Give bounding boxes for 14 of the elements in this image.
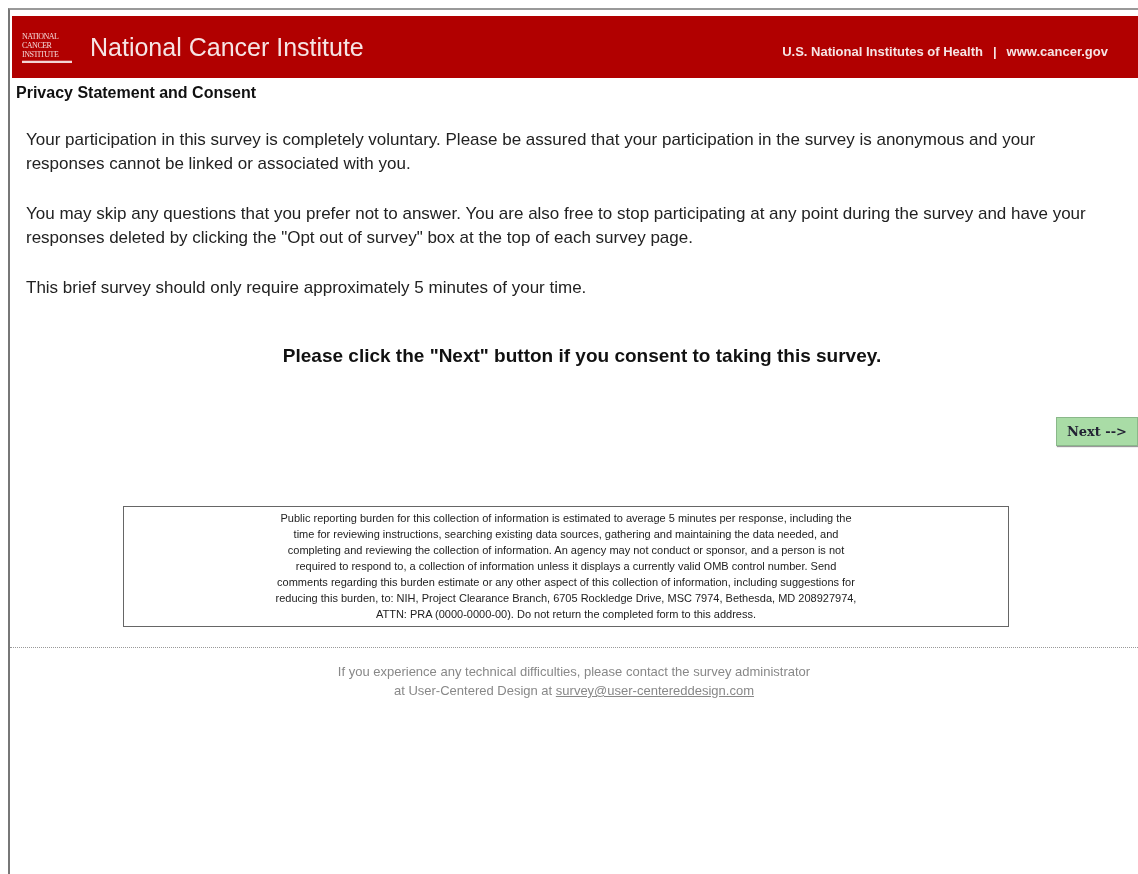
site-title: National Cancer Institute [90,32,364,62]
footer-text: If you experience any technical difficulties, please contact the survey administrator at User-Centered Design at survey@user-centereddesign.com [336,663,812,700]
header-link[interactable]: www.cancer.gov [1006,43,1108,59]
consent-text: Please click the "Next" button if you consent to taking this survey. [281,345,883,367]
next-button[interactable]: Next --> [1055,417,1138,446]
paragraph: You may skip any questions that you prefer not to answer. You are also free to stop participating at any point during the survey and have your responses deleted by clicking the "Opt out of survey" box at the top of each survey page. [26,203,1087,249]
burden-statement: Public reporting burden for this collection of information is estimated to average 5 minutes per response, including the time for reviewing instructions, searching existing data sources, gathering and maintaining the data needed, and completing and reviewing the collection of information. An agency may not conduct or sponsor, and a person is not required to respond to, a collection of information unless it displays a currently valid OMB control number. Send comments regarding this burden estimate or any other aspect of this collection of information, including suggestions for reducing this burden, to: NIH, Project Clearance Branch, 6705 Rockledge Drive, MSC 7974, Bethesda, MD 208927974, ATTN: PRA (0000-0000-00). Do not return the completed form to this address. [123,506,1009,627]
paragraph: Your participation in this survey is completely voluntary. Please be assured that your participation in the survey is anonymous and your responses cannot be linked or associated with you. [26,129,1037,175]
separator: | [992,43,997,59]
email-link[interactable]: survey@user-centereddesign.com [555,683,754,698]
header-link[interactable]: U.S. National Institutes of Health [782,43,983,59]
logo[interactable]: NATIONAL CANCER INSTITUTE [22,31,72,63]
paragraph: This brief survey should only require approximately 5 minutes of your time. [26,277,588,299]
page-title: Privacy Statement and Consent [16,84,258,102]
